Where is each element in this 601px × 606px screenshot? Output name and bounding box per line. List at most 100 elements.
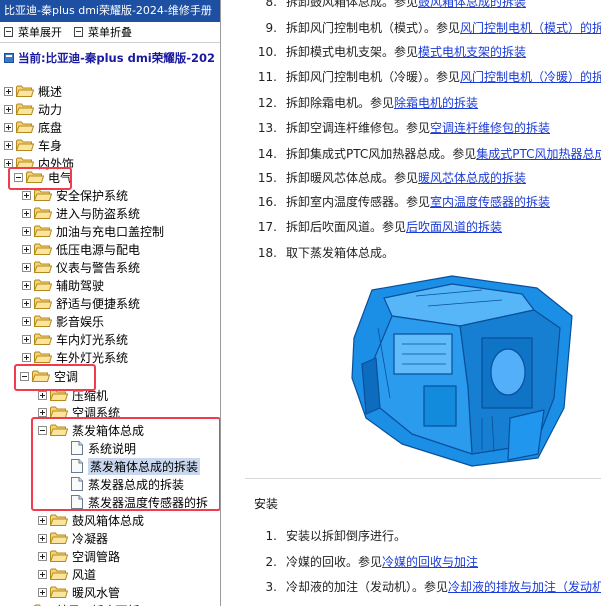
tree-item-comfort-convenience[interactable]: 舒适与便捷系统 bbox=[22, 294, 140, 312]
collapse-minus-icon[interactable] bbox=[20, 371, 29, 381]
window-title: 比亚迪-秦plus dmi荣耀版-2024-维修手册 bbox=[0, 0, 220, 22]
expand-plus-icon[interactable] bbox=[38, 569, 47, 579]
tree-item-infotainment[interactable]: 影音娱乐 bbox=[22, 312, 104, 330]
step-link[interactable]: 模式电机支架的拆装 bbox=[418, 45, 526, 59]
tree-root[interactable]: 当前:比亚迪-秦plus dmi荣耀版-202 bbox=[0, 47, 220, 69]
collapse-icon bbox=[74, 27, 83, 37]
collapse-all-label: 菜单折叠 bbox=[88, 26, 132, 39]
tree-item-access-antitheft[interactable]: 进入与防盗系统 bbox=[22, 204, 140, 222]
expand-plus-icon[interactable] bbox=[22, 298, 31, 308]
removal-step-10: 18. 取下蒸发箱体总成。 bbox=[253, 244, 394, 262]
tree-item-exterior-lighting[interactable]: 车外灯光系统 bbox=[22, 348, 128, 366]
tree-item-control-panel[interactable]: 鼓风...板度面板 bbox=[22, 601, 139, 606]
tree-item-driver-assist[interactable]: 辅助驾驶 bbox=[22, 276, 104, 294]
tree-item-heater-hose[interactable]: 暖风水管 bbox=[38, 583, 120, 601]
tree-toolbar: 菜单展开 菜单折叠 bbox=[0, 22, 220, 43]
step-text: 拆卸暖风芯体总成。参见 bbox=[286, 171, 419, 185]
tree-item-overview[interactable]: 概述 bbox=[4, 82, 62, 100]
step-number: 16. bbox=[257, 195, 277, 209]
step-link[interactable]: 冷却液的排放与加注（发动机 bbox=[448, 580, 601, 594]
tree-item-label: 风道 bbox=[72, 567, 97, 582]
step-link[interactable]: 风门控制电机（冷暖）的拆 bbox=[460, 70, 601, 84]
tree-item-safety-system[interactable]: 安全保护系统 bbox=[22, 186, 128, 204]
tree-item-compressor[interactable]: 压缩机 bbox=[38, 386, 108, 404]
tree-panel: 比亚迪-秦plus dmi荣耀版-2024-维修手册 菜单展开 菜单折叠 当前:… bbox=[0, 0, 221, 606]
expand-plus-icon[interactable] bbox=[4, 122, 13, 132]
expand-plus-icon[interactable] bbox=[22, 334, 31, 344]
tree-item-powertrain[interactable]: 动力 bbox=[4, 100, 62, 118]
step-text: 拆卸后吹面风道。参见 bbox=[286, 220, 407, 234]
expand-plus-icon[interactable] bbox=[22, 190, 31, 200]
tree-item-label: 蒸发箱体总成 bbox=[72, 423, 145, 438]
expand-plus-icon[interactable] bbox=[38, 407, 47, 417]
tree-item-label: 安全保护系统 bbox=[56, 188, 129, 203]
section-divider bbox=[245, 478, 601, 479]
step-number: 2. bbox=[265, 555, 277, 569]
expand-plus-icon[interactable] bbox=[22, 244, 31, 254]
expand-plus-icon[interactable] bbox=[4, 158, 13, 168]
tree-item-blower-housing[interactable]: 鼓风箱体总成 bbox=[38, 511, 144, 529]
expand-plus-icon[interactable] bbox=[22, 208, 31, 218]
step-text: 拆卸鼓风箱体总成。参见 bbox=[286, 0, 419, 9]
tree-item-interior-lighting[interactable]: 车内灯光系统 bbox=[22, 330, 128, 348]
tree-item-label: 暖风水管 bbox=[72, 585, 121, 600]
expand-plus-icon[interactable] bbox=[22, 226, 31, 236]
expand-plus-icon[interactable] bbox=[22, 262, 31, 272]
step-link[interactable]: 暖风芯体总成的拆装 bbox=[418, 171, 526, 185]
tree-item-chassis[interactable]: 底盘 bbox=[4, 118, 62, 136]
removal-step-9: 17. 拆卸后吹面风道。参见后吹面风道的拆装 bbox=[253, 218, 502, 236]
tree-item-evaporator-removal[interactable]: 蒸发器总成的拆装 bbox=[56, 475, 184, 493]
folder-icon bbox=[26, 171, 44, 183]
expand-plus-icon[interactable] bbox=[4, 86, 13, 96]
tree-item-label: 蒸发器总成的拆装 bbox=[88, 477, 185, 492]
tree-item-system-description[interactable]: 系统说明 bbox=[56, 439, 136, 457]
expand-plus-icon[interactable] bbox=[22, 280, 31, 290]
tree-item-evaporator-housing-removal[interactable]: 蒸发箱体总成的拆装 bbox=[56, 457, 201, 475]
expand-plus-icon[interactable] bbox=[4, 104, 13, 114]
tree-item-ac-piping[interactable]: 空调管路 bbox=[38, 547, 120, 565]
tree-item-condenser[interactable]: 冷凝器 bbox=[38, 529, 108, 547]
expand-plus-icon[interactable] bbox=[38, 587, 47, 597]
tree-item-air-duct[interactable]: 风道 bbox=[38, 565, 96, 583]
expand-plus-icon[interactable] bbox=[38, 390, 47, 400]
collapse-minus-icon[interactable] bbox=[38, 425, 47, 435]
collapse-minus-icon[interactable] bbox=[14, 172, 23, 182]
folder-icon bbox=[50, 514, 68, 526]
tree-item-low-voltage-power[interactable]: 低压电源与配电 bbox=[22, 240, 140, 258]
tree-item-fuel-charge-door[interactable]: 加油与充电口盖控制 bbox=[22, 222, 164, 240]
step-link[interactable]: 集成式PTC风加热器总成 bbox=[476, 147, 601, 161]
tree-item-ac-system[interactable]: 空调系统 bbox=[38, 403, 120, 421]
step-link[interactable]: 空调连杆维修包的拆装 bbox=[430, 121, 550, 135]
step-link[interactable]: 冷媒的回收与加注 bbox=[382, 555, 478, 569]
tree-item-evaporator-temp-sensor-removal[interactable]: 蒸发器温度传感器的拆 bbox=[56, 493, 208, 511]
step-text: 冷媒的回收。参见 bbox=[286, 555, 383, 569]
expand-all-button[interactable]: 菜单展开 bbox=[4, 24, 62, 40]
expand-plus-icon[interactable] bbox=[22, 352, 31, 362]
tree-item-aircon[interactable]: 空调 bbox=[20, 367, 78, 385]
expand-plus-icon[interactable] bbox=[4, 140, 13, 150]
expand-plus-icon[interactable] bbox=[38, 551, 47, 561]
folder-icon bbox=[50, 550, 68, 562]
folder-icon bbox=[34, 315, 52, 327]
expand-plus-icon[interactable] bbox=[38, 533, 47, 543]
expand-plus-icon[interactable] bbox=[38, 515, 47, 525]
root-node-icon bbox=[4, 53, 14, 63]
step-link[interactable]: 后吹面风道的拆装 bbox=[406, 220, 502, 234]
folder-icon bbox=[34, 189, 52, 201]
step-link[interactable]: 鼓风箱体总成的拆装 bbox=[418, 0, 526, 9]
step-link[interactable]: 除霜电机的拆装 bbox=[394, 96, 478, 110]
tree-item-body[interactable]: 车身 bbox=[4, 136, 62, 154]
folder-icon bbox=[34, 225, 52, 237]
tree-item-label: 系统说明 bbox=[88, 441, 137, 456]
step-link[interactable]: 风门控制电机（模式）的拆 bbox=[460, 21, 601, 35]
tree-item-instrument-warning[interactable]: 仪表与警告系统 bbox=[22, 258, 140, 276]
collapse-all-button[interactable]: 菜单折叠 bbox=[74, 24, 132, 40]
expand-plus-icon[interactable] bbox=[22, 316, 31, 326]
tree-item-electrical[interactable]: 电气 bbox=[14, 168, 72, 186]
step-number: 14. bbox=[257, 147, 277, 161]
step-link[interactable]: 室内温度传感器的拆装 bbox=[430, 195, 550, 209]
folder-icon bbox=[50, 568, 68, 580]
tree-item-evaporator-housing[interactable]: 蒸发箱体总成 bbox=[38, 421, 144, 439]
install-section-title: 安装 bbox=[254, 497, 279, 511]
step-number: 17. bbox=[257, 220, 277, 234]
